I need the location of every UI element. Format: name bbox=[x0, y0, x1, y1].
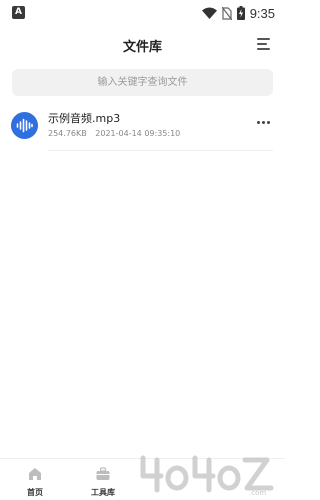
list-item[interactable]: 示例音频.mp3 254.76KB 2021-04-14 09:35:10 bbox=[0, 104, 285, 150]
tab-toolbox[interactable]: 工具库 bbox=[78, 463, 128, 499]
notification-icon: A bbox=[12, 6, 25, 19]
tab-home-label: 首页 bbox=[27, 488, 43, 497]
file-datetime: 2021-04-14 09:35:10 bbox=[95, 129, 181, 138]
sort-menu-button[interactable] bbox=[257, 37, 271, 51]
no-sim-icon bbox=[221, 6, 232, 20]
audio-wave-icon bbox=[11, 112, 38, 139]
wifi-icon bbox=[201, 7, 217, 19]
status-bar: A 9:35 bbox=[0, 0, 285, 26]
status-icons: 9:35 bbox=[201, 3, 275, 23]
svg-text:.com: .com bbox=[249, 489, 266, 496]
tab-home[interactable]: 首页 bbox=[10, 463, 60, 499]
more-options-button[interactable] bbox=[257, 118, 273, 126]
file-meta: 254.76KB 2021-04-14 09:35:10 bbox=[48, 129, 180, 138]
file-name: 示例音频.mp3 bbox=[48, 112, 121, 125]
app-header: 文件库 bbox=[0, 28, 285, 62]
status-time: 9:35 bbox=[249, 5, 275, 21]
home-icon bbox=[29, 468, 41, 480]
tab-toolbox-label: 工具库 bbox=[91, 488, 115, 497]
search-input[interactable] bbox=[12, 69, 273, 96]
file-size: 254.76KB bbox=[48, 129, 87, 138]
menu-icon bbox=[257, 38, 270, 40]
divider bbox=[48, 150, 273, 151]
more-dots-icon bbox=[257, 120, 260, 124]
page-title: 文件库 bbox=[122, 40, 162, 55]
watermark-logo: .com bbox=[140, 455, 274, 496]
toolbox-icon bbox=[96, 467, 110, 480]
battery-charging-icon bbox=[236, 6, 245, 20]
